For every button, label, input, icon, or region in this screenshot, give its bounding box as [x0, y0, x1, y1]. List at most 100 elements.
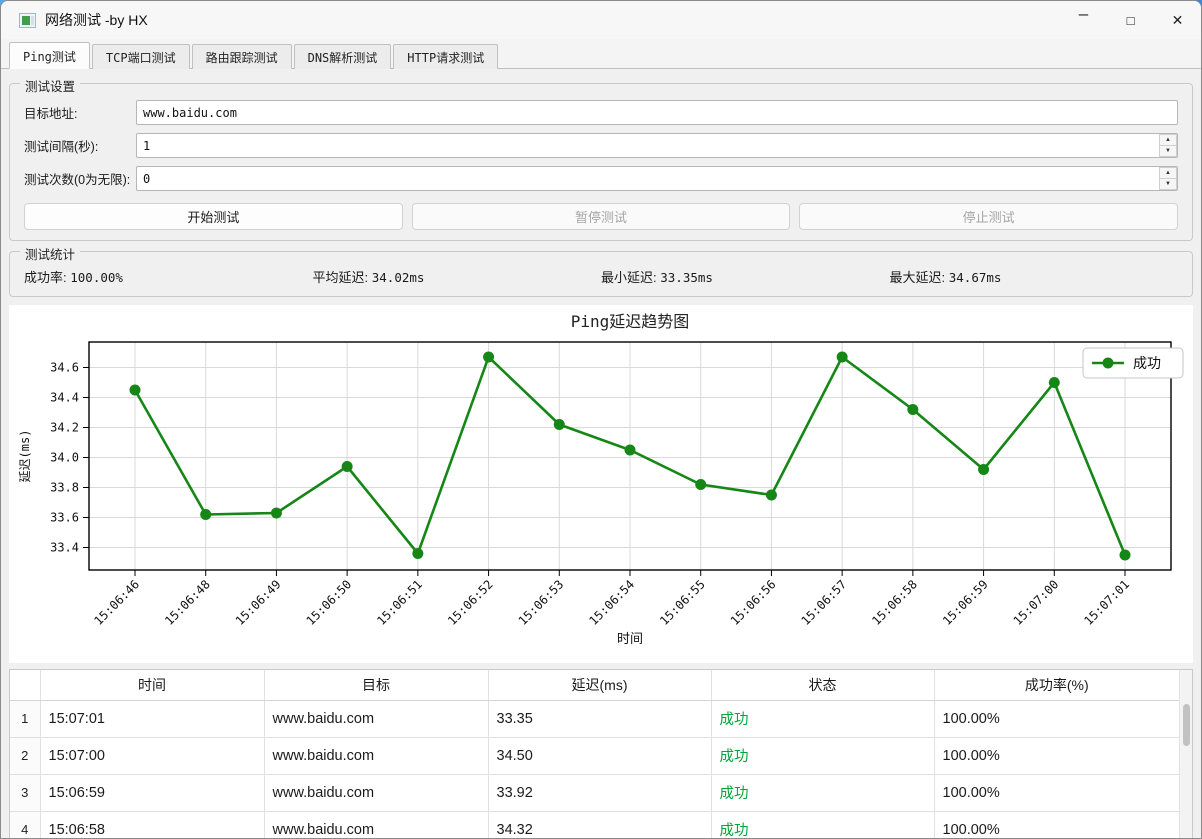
cell-delay: 33.92 [487, 774, 712, 812]
cell-status: 成功 [710, 737, 935, 775]
svg-text:15:06:49: 15:06:49 [233, 577, 284, 628]
table-header-row: 时间 目标 延迟(ms) 状态 成功率(%) [10, 670, 1179, 701]
svg-text:15:06:50: 15:06:50 [303, 577, 354, 628]
cell-success-rate: 100.00% [933, 737, 1179, 775]
cell-target: www.baidu.com [263, 774, 489, 812]
window-title: 网络测试 -by HX [45, 12, 148, 28]
cell-target: www.baidu.com [263, 737, 489, 775]
interval-spin-up-icon[interactable]: ▲ [1159, 134, 1177, 145]
svg-text:33.4: 33.4 [50, 541, 79, 555]
minimize-icon[interactable]: – [1060, 1, 1107, 33]
interval-row: 测试间隔(秒): ▲ ▼ [24, 133, 1178, 158]
max-latency-value: 34.67ms [948, 270, 1002, 285]
cell-time: 15:07:01 [39, 700, 265, 738]
table-row[interactable]: 4 15:06:58 www.baidu.com 34.32 成功 100.00… [10, 811, 1179, 838]
table-scrollbar[interactable] [1179, 670, 1192, 838]
tab-dns-test[interactable]: DNS解析测试 [293, 44, 392, 69]
target-address-input[interactable] [136, 100, 1178, 125]
success-rate-value: 100.00% [70, 270, 123, 285]
cell-status: 成功 [710, 774, 935, 812]
min-latency-label: 最小延迟: [601, 270, 657, 285]
svg-text:15:07:01: 15:07:01 [1081, 577, 1132, 628]
interval-input[interactable] [136, 133, 1178, 158]
svg-text:15:06:48: 15:06:48 [162, 577, 213, 628]
start-test-button[interactable]: 开始测试 [24, 203, 403, 230]
row-number: 1 [10, 700, 41, 738]
stop-test-button[interactable]: 停止测试 [799, 203, 1179, 230]
max-latency-stat: 最大延迟: 34.67ms [890, 267, 1179, 286]
count-spin-down-icon[interactable]: ▼ [1159, 178, 1177, 190]
svg-text:15:06:52: 15:06:52 [445, 577, 496, 628]
interval-spinbox: ▲ ▼ [136, 133, 1178, 158]
svg-text:33.8: 33.8 [50, 481, 79, 495]
row-number: 3 [10, 774, 41, 812]
table-row[interactable]: 1 15:07:01 www.baidu.com 33.35 成功 100.00… [10, 700, 1179, 738]
col-status: 状态 [710, 670, 935, 701]
svg-text:15:06:59: 15:06:59 [940, 577, 991, 628]
table-row[interactable]: 2 15:07:00 www.baidu.com 34.50 成功 100.00… [10, 737, 1179, 775]
cell-status: 成功 [710, 811, 935, 838]
max-latency-label: 最大延迟: [889, 270, 946, 285]
svg-text:时间: 时间 [617, 632, 643, 647]
col-delay: 延迟(ms) [487, 670, 712, 701]
cell-success-rate: 100.00% [933, 700, 1179, 738]
close-icon[interactable]: ✕ [1154, 1, 1201, 39]
corner-header [10, 670, 41, 701]
results-table-panel: 时间 目标 延迟(ms) 状态 成功率(%) 1 15:07:01 www.ba… [9, 669, 1193, 838]
svg-text:延迟(ms): 延迟(ms) [18, 430, 32, 483]
avg-latency-value: 34.02ms [371, 270, 425, 285]
cell-delay: 33.35 [487, 700, 712, 738]
min-latency-stat: 最小延迟: 33.35ms [601, 267, 890, 286]
tab-tcp-port-test[interactable]: TCP端口测试 [91, 44, 190, 69]
ping-latency-chart: 33.4 33.6 33.8 34.0 34.2 34.4 34.6 15:06:46 15:0… [18, 312, 1184, 647]
table-scrollbar-thumb[interactable] [1183, 704, 1190, 746]
svg-text:15:07:00: 15:07:00 [1011, 577, 1062, 628]
svg-text:15:06:57: 15:06:57 [798, 577, 849, 628]
svg-text:15:06:55: 15:06:55 [657, 577, 708, 628]
col-success-rate: 成功率(%) [933, 670, 1179, 701]
target-address-row: 目标地址: [24, 100, 1178, 125]
svg-text:15:06:58: 15:06:58 [869, 577, 920, 628]
app-window: 网络测试 -by HX – □ ✕ Ping测试 TCP端口测试 路由跟踪测试 … [0, 0, 1202, 839]
row-number: 4 [10, 811, 41, 838]
cell-time: 15:06:59 [39, 774, 265, 812]
cell-success-rate: 100.00% [933, 811, 1179, 838]
cell-success-rate: 100.00% [933, 774, 1179, 812]
stats-group-label: 测试统计 [20, 244, 81, 263]
svg-text:34.0: 34.0 [50, 451, 79, 465]
interval-spin-down-icon[interactable]: ▼ [1159, 145, 1177, 157]
stats-groupbox: 测试统计 成功率: 100.00% 平均延迟: 34.02ms 最小延迟: 33… [9, 244, 1193, 297]
row-number: 2 [10, 737, 41, 775]
tab-bar: Ping测试 TCP端口测试 路由跟踪测试 DNS解析测试 HTTP请求测试 [1, 39, 1201, 69]
count-spinbox: ▲ ▼ [136, 166, 1178, 191]
target-address-wrap [136, 100, 1178, 125]
maximize-icon[interactable]: □ [1107, 1, 1154, 39]
svg-text:15:06:56: 15:06:56 [728, 577, 779, 628]
tab-ping-test[interactable]: Ping测试 [9, 42, 90, 69]
cell-time: 15:06:58 [39, 811, 265, 838]
svg-text:15:06:54: 15:06:54 [586, 577, 637, 628]
app-icon [19, 12, 36, 28]
avg-latency-stat: 平均延迟: 34.02ms [313, 267, 602, 286]
min-latency-value: 33.35ms [660, 270, 713, 285]
pause-test-button[interactable]: 暂停测试 [411, 203, 791, 230]
action-button-row: 开始测试 暂停测试 停止测试 [24, 203, 1179, 230]
svg-text:15:06:51: 15:06:51 [374, 577, 425, 628]
tab-http-test[interactable]: HTTP请求测试 [393, 44, 499, 69]
count-input[interactable] [136, 166, 1178, 191]
cell-time: 15:07:00 [39, 737, 265, 775]
svg-text:34.4: 34.4 [50, 391, 79, 405]
tab-traceroute-test[interactable]: 路由跟踪测试 [191, 44, 292, 69]
settings-groupbox: 测试设置 目标地址: 测试间隔(秒): ▲ ▼ 测试次数(0为无限) [9, 76, 1193, 241]
count-label: 测试次数(0为无限): [24, 173, 131, 187]
results-table: 时间 目标 延迟(ms) 状态 成功率(%) 1 15:07:01 www.ba… [10, 670, 1179, 838]
count-spin-up-icon[interactable]: ▲ [1159, 167, 1177, 178]
svg-text:15:06:46: 15:06:46 [91, 577, 142, 628]
cell-status: 成功 [710, 700, 935, 738]
chart-panel: 33.4 33.6 33.8 34.0 34.2 34.4 34.6 15:06:46 15:0… [9, 305, 1193, 663]
title-bar: 网络测试 -by HX – □ ✕ [1, 1, 1201, 39]
table-row[interactable]: 3 15:06:59 www.baidu.com 33.92 成功 100.00… [10, 774, 1179, 812]
svg-text:33.6: 33.6 [50, 511, 79, 525]
col-time: 时间 [39, 670, 265, 701]
col-target: 目标 [263, 670, 489, 701]
